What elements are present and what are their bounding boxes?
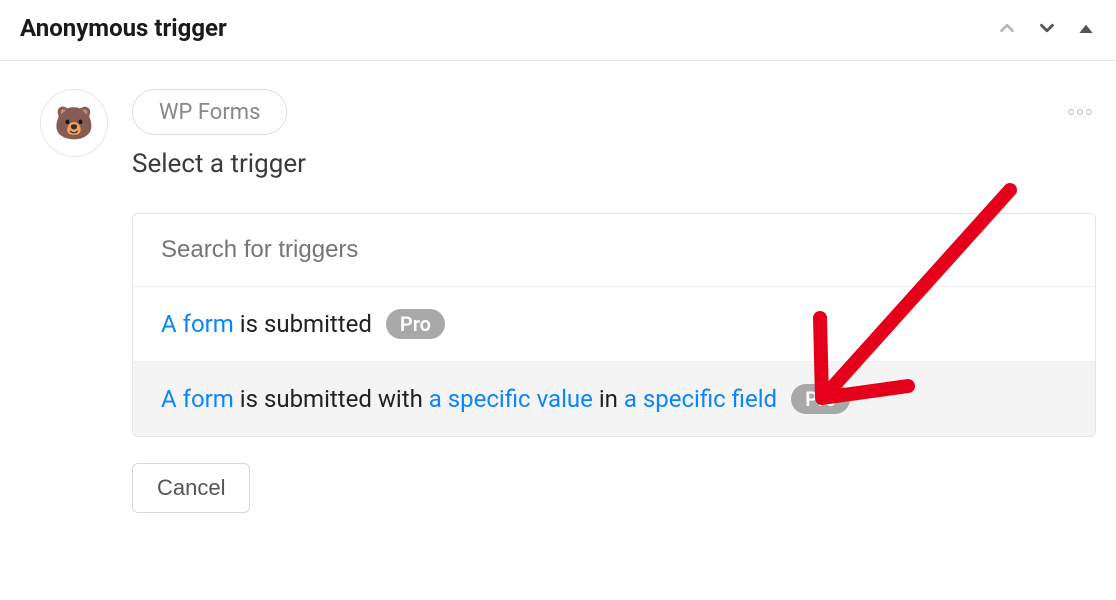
- section-subtitle: Select a trigger: [132, 149, 1096, 179]
- cancel-button[interactable]: Cancel: [132, 463, 250, 513]
- collapse-triangle-icon[interactable]: [1076, 18, 1096, 38]
- trigger-option-text: A form is submitted with a specific valu…: [161, 385, 777, 413]
- top-row: WP Forms: [132, 89, 1096, 135]
- pro-badge: Pro: [791, 384, 850, 414]
- main-column: WP Forms Select a trigger A form is subm…: [132, 89, 1096, 513]
- more-options-icon[interactable]: [1068, 109, 1096, 115]
- integration-chip-label: WP Forms: [159, 100, 260, 125]
- avatar-wrap: 🐻: [40, 89, 108, 513]
- panel-body: 🐻 WP Forms Select a trigger A form is su…: [0, 61, 1116, 533]
- trigger-option-text: A form is submitted: [161, 310, 372, 338]
- pro-badge: Pro: [386, 309, 445, 339]
- wpforms-icon: 🐻: [54, 107, 94, 139]
- cancel-button-label: Cancel: [157, 475, 225, 501]
- cancel-wrap: Cancel: [132, 463, 1096, 513]
- panel-header: Anonymous trigger: [0, 0, 1116, 61]
- trigger-dropdown: A form is submitted ProA form is submitt…: [132, 213, 1096, 437]
- trigger-option[interactable]: A form is submitted Pro: [133, 286, 1095, 361]
- search-input[interactable]: [133, 214, 1095, 286]
- header-controls: [996, 17, 1096, 39]
- chevron-down-icon[interactable]: [1036, 17, 1058, 39]
- integration-avatar: 🐻: [40, 89, 108, 157]
- integration-chip[interactable]: WP Forms: [132, 89, 287, 135]
- chevron-up-icon[interactable]: [996, 17, 1018, 39]
- trigger-option[interactable]: A form is submitted with a specific valu…: [133, 361, 1095, 436]
- panel-title: Anonymous trigger: [20, 14, 227, 42]
